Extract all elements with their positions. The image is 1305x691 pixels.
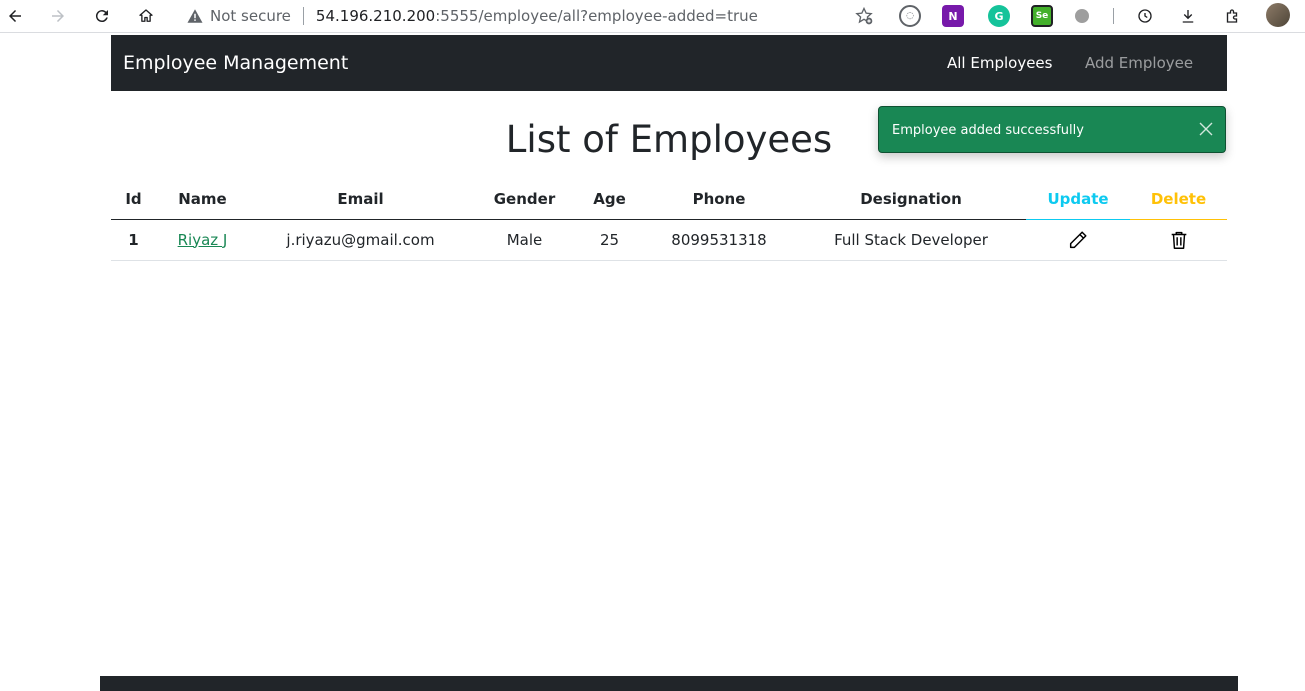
- toolbar-divider: [1113, 8, 1114, 24]
- header-designation: Designation: [796, 180, 1026, 220]
- url-host: 54.196.210.200: [315, 7, 436, 25]
- header-update: Update: [1026, 180, 1130, 220]
- grammarly-icon[interactable]: G: [988, 5, 1010, 27]
- divider: [302, 7, 304, 25]
- cell-email: j.riyazu@gmail.com: [249, 219, 472, 261]
- header-email: Email: [249, 180, 472, 220]
- star-add-icon[interactable]: [854, 6, 874, 26]
- employee-table: Id Name Email Gender Age Phone Designati…: [111, 180, 1227, 261]
- extension-icon[interactable]: [1075, 9, 1089, 23]
- cell-age: 25: [577, 219, 642, 261]
- table-header-row: Id Name Email Gender Age Phone Designati…: [111, 180, 1227, 220]
- nav-add-employee[interactable]: Add Employee: [1085, 54, 1193, 72]
- browser-toolbar: Not secure 54.196.210.200:5555/employee/…: [0, 0, 1305, 33]
- forward-icon[interactable]: [46, 4, 70, 28]
- header-name: Name: [156, 180, 249, 220]
- employee-name-link[interactable]: Riyaz J: [178, 231, 228, 249]
- header-age: Age: [577, 180, 642, 220]
- brand-title[interactable]: Employee Management: [123, 52, 348, 74]
- security-label: Not secure: [210, 7, 291, 25]
- pencil-icon[interactable]: [1067, 229, 1089, 251]
- cell-update: [1026, 219, 1130, 261]
- url-path: :5555/employee/all?employee-added=true: [435, 7, 758, 25]
- cell-id: 1: [111, 219, 156, 261]
- navbar: Employee Management All Employees Add Em…: [111, 35, 1227, 91]
- header-delete: Delete: [1130, 180, 1227, 220]
- reload-icon[interactable]: [90, 4, 114, 28]
- download-icon[interactable]: [1176, 4, 1200, 28]
- warning-icon: [187, 9, 203, 23]
- history-icon[interactable]: [1133, 4, 1157, 28]
- address-bar[interactable]: Not secure 54.196.210.200:5555/employee/…: [174, 2, 882, 30]
- onenote-icon[interactable]: N: [942, 5, 964, 27]
- toast-message: Employee added successfully: [892, 123, 1084, 138]
- header-gender: Gender: [472, 180, 577, 220]
- cell-name: Riyaz J: [156, 219, 249, 261]
- header-id: Id: [111, 180, 156, 220]
- cell-phone: 8099531318: [642, 219, 796, 261]
- reader-icon[interactable]: ◌: [899, 5, 921, 27]
- selenium-icon[interactable]: Se: [1031, 5, 1053, 27]
- header-phone: Phone: [642, 180, 796, 220]
- trash-icon[interactable]: [1168, 229, 1190, 251]
- table-row: 1 Riyaz J j.riyazu@gmail.com Male 25 809…: [111, 219, 1227, 261]
- avatar-icon[interactable]: [1266, 3, 1290, 27]
- footer: [100, 676, 1238, 691]
- close-icon[interactable]: [1198, 121, 1214, 137]
- extensions-icon[interactable]: [1220, 4, 1244, 28]
- success-toast: Employee added successfully: [878, 106, 1226, 153]
- cell-designation: Full Stack Developer: [796, 219, 1026, 261]
- back-icon[interactable]: [3, 4, 27, 28]
- cell-delete: [1130, 219, 1227, 261]
- home-icon[interactable]: [134, 4, 158, 28]
- cell-gender: Male: [472, 219, 577, 261]
- nav-all-employees[interactable]: All Employees: [947, 54, 1052, 72]
